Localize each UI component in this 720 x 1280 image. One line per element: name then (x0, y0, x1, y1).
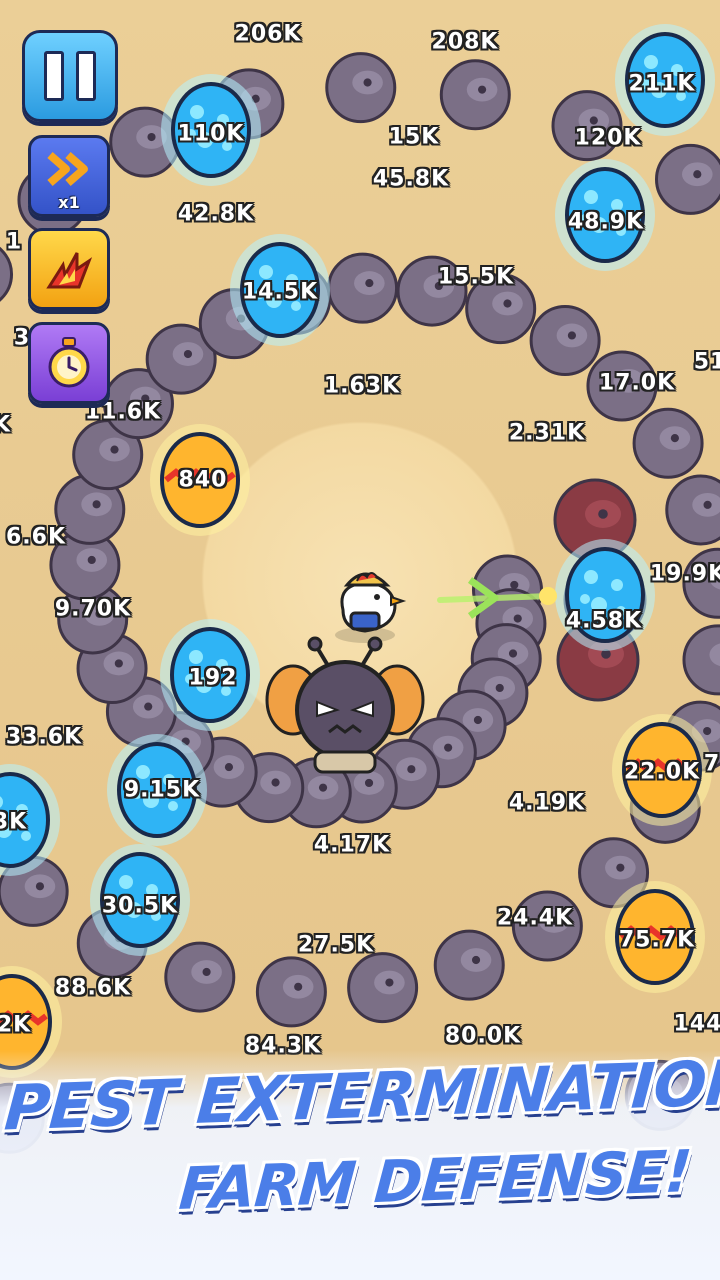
damage-number: 88.6K (54, 975, 132, 1001)
damage-number: 110K (177, 121, 245, 147)
pest-bug (439, 59, 511, 131)
damage-number: 17.0K (598, 370, 676, 396)
damage-number: 206K (234, 21, 302, 47)
damage-number: 6.6K (5, 524, 67, 550)
damage-number: 80.0K (444, 1023, 522, 1049)
damage-number: 120K (574, 125, 642, 151)
damage-number: 75.7K (618, 927, 696, 953)
damage-number: 24.4K (496, 905, 574, 931)
damage-number: 48.9K (567, 209, 645, 235)
damage-number: 192 (188, 665, 238, 691)
pest-bug (655, 143, 720, 215)
damage-number: 3K (0, 809, 28, 835)
damage-number: 30.5K (101, 893, 179, 919)
damage-number: 144 (673, 1011, 720, 1037)
pest-bug (255, 956, 327, 1028)
speed-multiplier: x1 (58, 193, 80, 212)
damage-number: 4.58K (565, 608, 643, 634)
damage-number: 7 (703, 751, 720, 777)
damage-number: 1.63K (323, 373, 401, 399)
damage-number: 9.15K (123, 777, 201, 803)
damage-number: 840 (178, 467, 228, 493)
damage-number: 1 (5, 229, 23, 255)
pest-bug (665, 474, 720, 546)
damage-number: 208K (431, 29, 499, 55)
damage-number: 42.8K (177, 201, 255, 227)
fast-forward-icon (47, 151, 88, 187)
damage-number: 2K (0, 1012, 32, 1038)
damage-number: 14.5K (241, 279, 319, 305)
pause-icon-bar (76, 51, 96, 101)
pest-bug (347, 952, 419, 1024)
pest-bug (682, 624, 720, 696)
damage-number: 15.5K (437, 264, 515, 290)
pest-bug (325, 52, 397, 124)
pest-bug (632, 407, 704, 479)
fire-burst-icon (46, 252, 93, 289)
damage-number: 2.31K (508, 420, 586, 446)
pest-bug (433, 929, 505, 1001)
stopwatch-icon (48, 337, 90, 388)
damage-number: 4.19K (508, 790, 586, 816)
fire-skill-button[interactable] (28, 228, 110, 310)
damage-number: 9.70K (54, 596, 132, 622)
game-stage[interactable]: 206K 208K 211K 110K 15K 120K 45.8K 42.8K 48.9K 14… (0, 0, 720, 1280)
damage-number: 4.17K (313, 832, 391, 858)
damage-number: 211K (628, 71, 696, 97)
damage-number: 33.6K (5, 724, 83, 750)
blue-egg (555, 539, 655, 651)
damage-number: 15K (388, 124, 440, 150)
pest-bug (529, 305, 601, 377)
damage-number: 22.0K (623, 759, 701, 785)
speed-button[interactable]: x1 (28, 135, 110, 217)
pest-bug (327, 252, 399, 324)
pause-button[interactable] (22, 30, 118, 122)
rooster-hero (335, 572, 407, 643)
damage-number: 51 (693, 349, 720, 375)
timer-skill-button[interactable] (28, 322, 110, 404)
damage-number: 19.9K (649, 561, 720, 587)
pause-icon (44, 51, 64, 101)
damage-number: 27.5K (297, 932, 375, 958)
damage-number: K (0, 412, 12, 438)
pest-bug (164, 941, 236, 1013)
damage-number: 45.8K (372, 166, 450, 192)
